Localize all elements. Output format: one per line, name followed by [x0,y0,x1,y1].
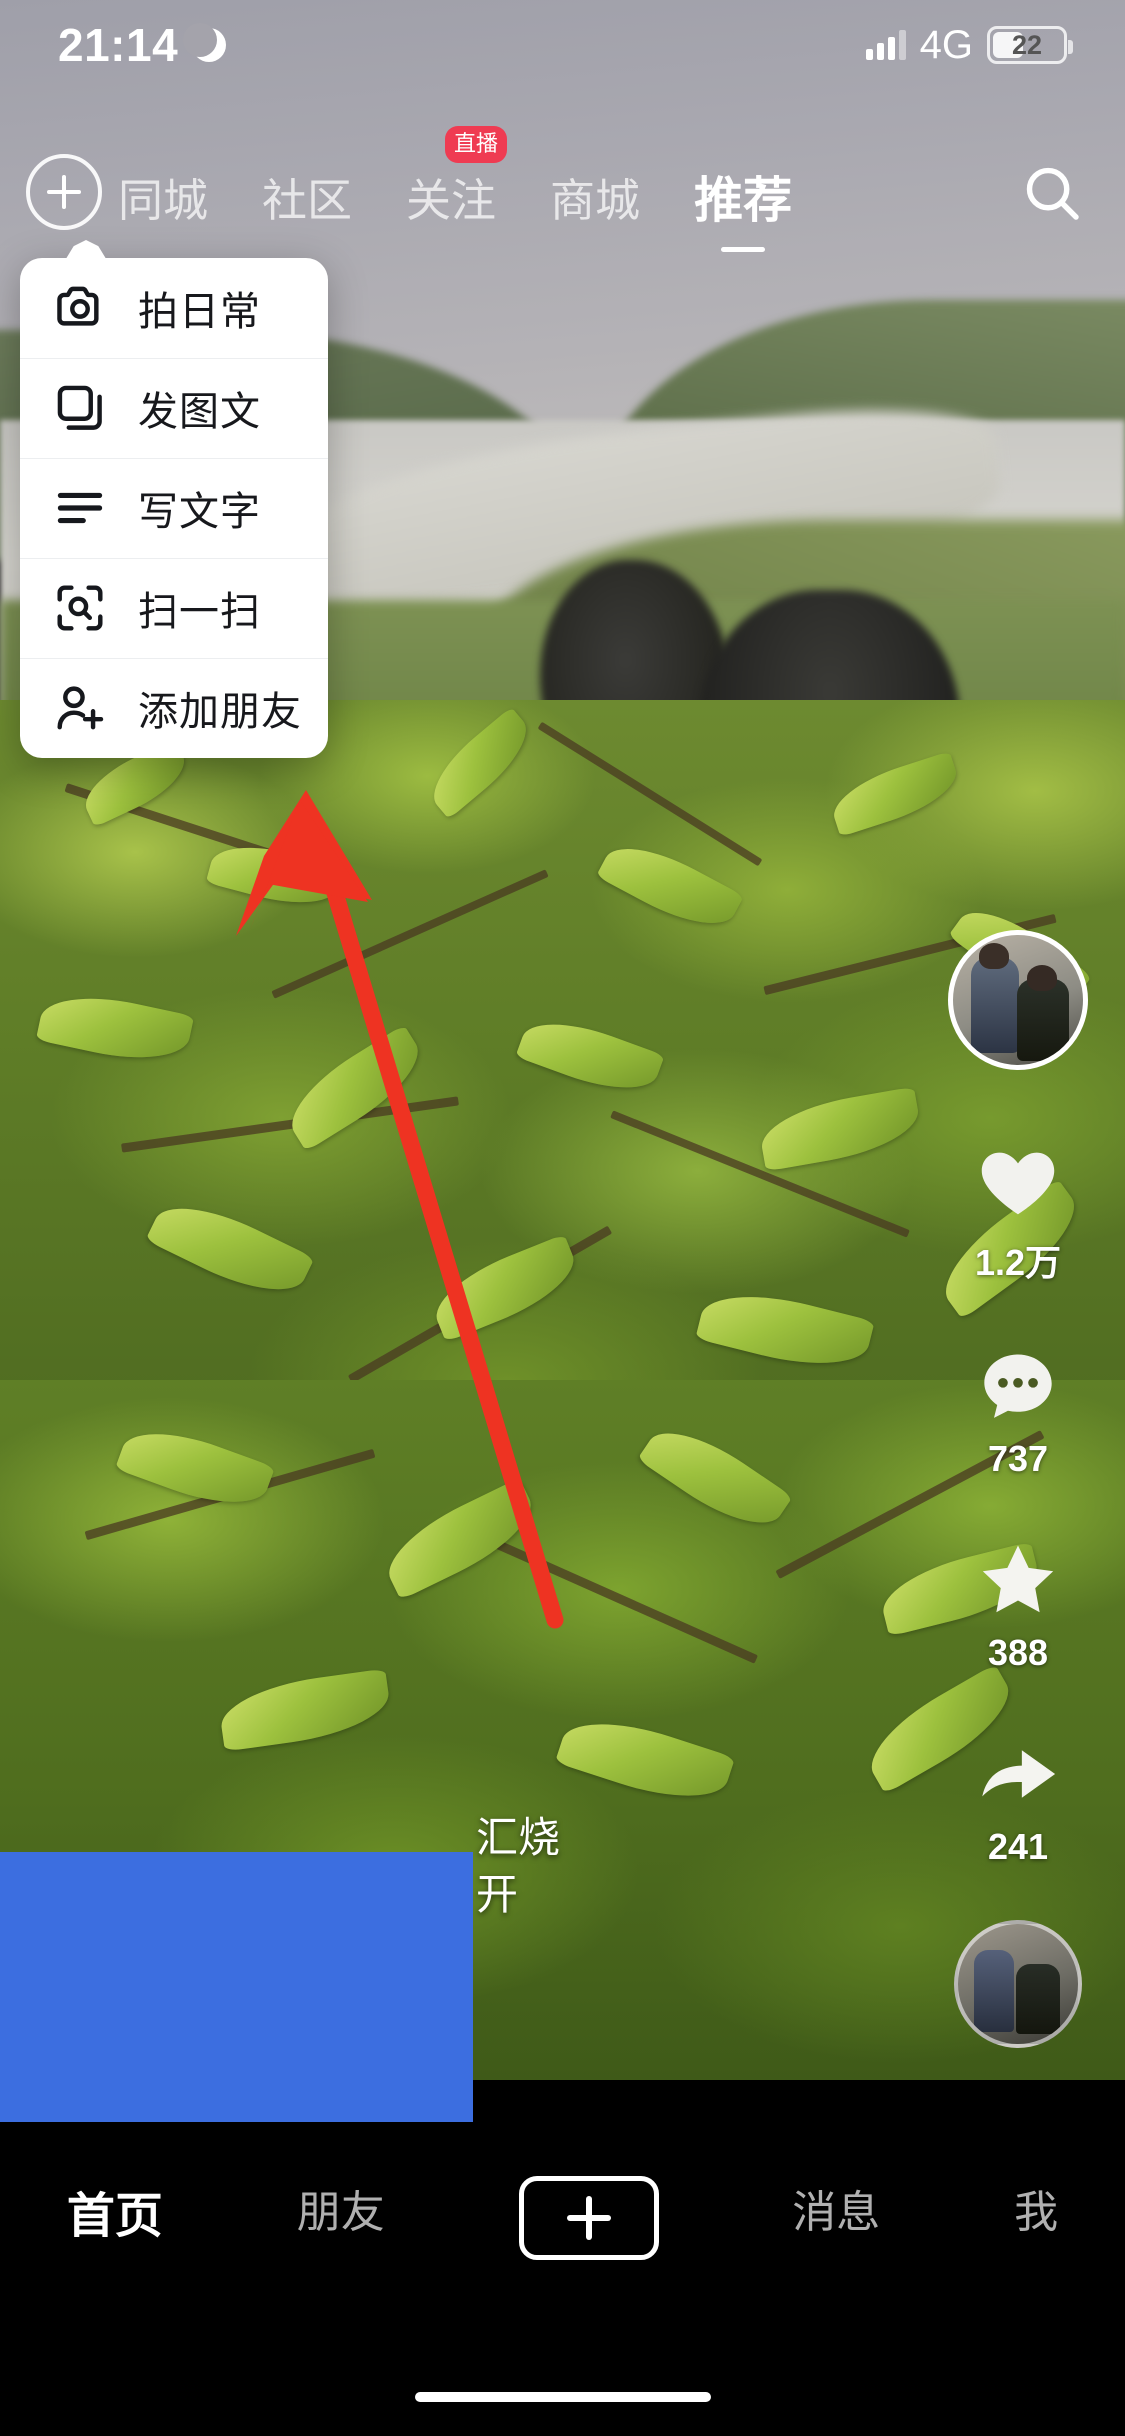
comment-action[interactable]: 737 [933,1338,1103,1480]
tab-shequ[interactable]: 社区 [262,164,352,229]
tab-guanzhu[interactable]: 关注 直播 [406,125,508,229]
menu-item-label: 写文字 [138,490,261,534]
menu-item-xiewenzi[interactable]: 写文字 [20,458,328,558]
battery-icon: 22 [987,26,1073,64]
star-icon [933,1532,1103,1628]
bottom-nav-messages[interactable]: 消息 [792,2176,880,2240]
blue-overlay-rectangle [0,1852,473,2122]
menu-item-pairichang[interactable]: 拍日常 [20,258,328,358]
heart-icon [933,1134,1103,1230]
nav-tab-list: 同城 社区 关注 直播 商城 推荐 [118,125,846,252]
app-screen: 21:14 4G 22 同城 社区 关注 直播 商城 推荐 拍日常 发图文 写文… [0,0,1125,2436]
plus-circle-icon[interactable] [26,154,102,230]
music-disc-avatar[interactable] [954,1920,1082,2048]
home-indicator [414,2392,711,2402]
comment-icon [933,1338,1103,1434]
menu-item-label: 扫一扫 [138,590,261,634]
bottom-nav-home[interactable]: 首页 [67,2176,163,2246]
status-time: 21:14 [58,19,179,71]
favorite-action[interactable]: 388 [933,1532,1103,1674]
bottom-navigation-bar: 首页 朋友 消息 我 [0,2122,1125,2436]
top-navigation-bar: 同城 社区 关注 直播 商城 推荐 [0,125,1125,252]
network-label: 4G [919,22,973,67]
tab-guanzhu-label: 关注 [406,174,497,226]
menu-item-tianjiapengyou[interactable]: 添加朋友 [20,658,328,758]
active-tab-underline [721,246,766,252]
bottom-nav-friends[interactable]: 朋友 [297,2176,385,2240]
share-icon [933,1726,1103,1822]
share-count: 241 [987,1826,1049,1867]
live-badge: 直播 [445,125,508,163]
menu-item-label: 添加朋友 [138,690,302,734]
battery-percent: 22 [1011,29,1043,60]
signal-bars-icon [865,30,906,60]
bottom-nav-me[interactable]: 我 [1014,2176,1058,2240]
tab-tuijian[interactable]: 推荐 [694,161,793,252]
person-add-icon [57,686,104,730]
action-rail: 1.2万 737 388 241 [933,930,1103,2048]
menu-item-fatuwen[interactable]: 发图文 [20,358,328,458]
like-count: 1.2万 [974,1242,1062,1283]
status-bar-left: 21:14 [58,18,227,72]
plus-box-icon[interactable] [518,2176,659,2260]
menu-item-label: 发图文 [138,390,261,434]
favorite-count: 388 [987,1632,1049,1673]
search-icon[interactable] [1021,162,1083,224]
author-avatar[interactable] [948,930,1088,1070]
scan-qr-icon [57,585,103,631]
stacked-squares-icon [57,385,102,430]
share-action[interactable]: 241 [933,1726,1103,1868]
like-action[interactable]: 1.2万 [933,1134,1103,1286]
crescent-moon-icon [183,23,227,62]
status-bar-right: 4G 22 [865,22,1073,68]
menu-item-saoyisao[interactable]: 扫一扫 [20,558,328,658]
text-lines-icon [57,492,103,524]
video-caption: 汇烧 开 [476,1810,876,1923]
tab-shangcheng[interactable]: 商城 [550,164,640,229]
caption-line-2: 开 [476,1870,519,1918]
create-dropdown-menu: 拍日常 发图文 写文字 扫一扫 添加朋友 [20,258,328,758]
camera-icon [57,286,99,326]
caption-line-1: 汇烧 [476,1814,561,1861]
status-bar: 21:14 4G 22 [0,0,1125,90]
tab-tongcheng[interactable]: 同城 [118,164,208,229]
comment-count: 737 [987,1438,1049,1479]
menu-item-label: 拍日常 [138,290,261,334]
tab-tuijian-label: 推荐 [694,173,793,228]
